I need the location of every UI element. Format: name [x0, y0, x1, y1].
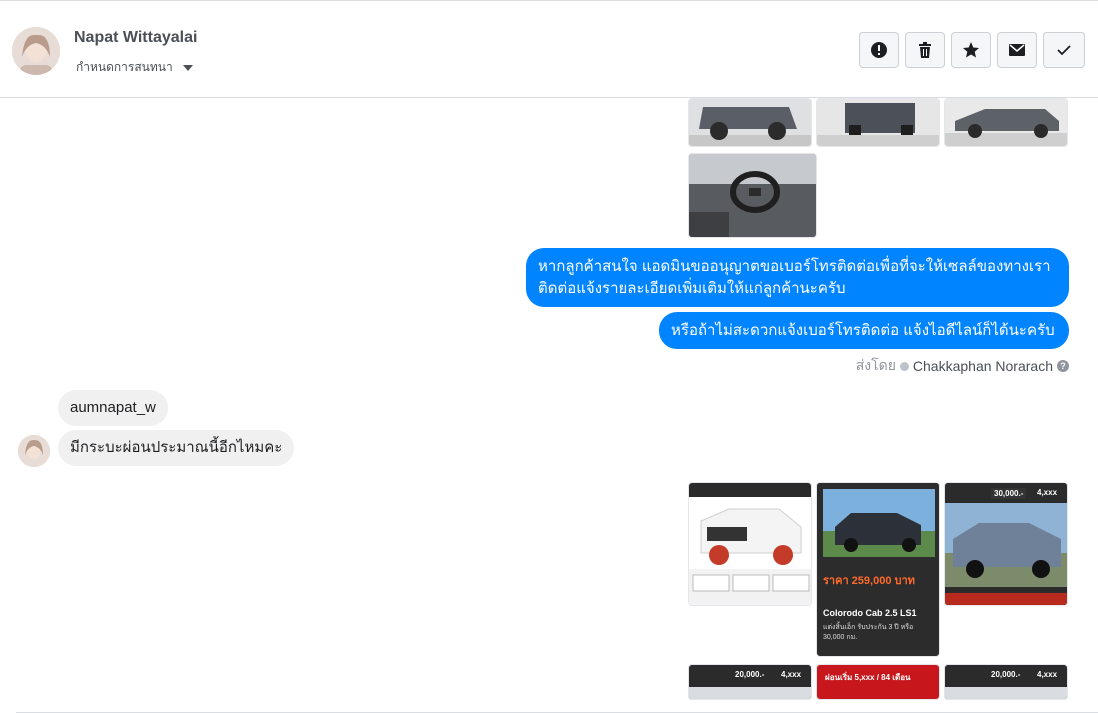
- card-installment-badge: 4,xxx: [1037, 488, 1058, 497]
- header-actions: [859, 32, 1085, 68]
- help-icon[interactable]: ?: [1057, 360, 1069, 372]
- card-model: Colorodo Cab 2.5 LS1: [823, 608, 917, 618]
- mark-spam-button[interactable]: [859, 32, 899, 68]
- car-photo: [689, 687, 811, 699]
- car-ad-card[interactable]: 20,000.- 4,xxx: [688, 664, 812, 700]
- assign-conversation-dropdown[interactable]: กำหนดการสนทนา: [76, 58, 193, 77]
- card-promo-banner: ผ่อนเริ่ม 5,xxx / 84 เดือน: [825, 673, 911, 682]
- page-badge-icon: [899, 361, 909, 371]
- caret-down-icon: [182, 64, 193, 71]
- card-installment-badge: 4,xxx: [781, 670, 802, 679]
- sent-by-prefix: ส่งโดย: [855, 357, 896, 373]
- card-down-payment: 20,000.-: [991, 670, 1021, 679]
- incoming-message: มีกระบะผ่อนประมาณนี้อีกไหมคะ: [58, 430, 295, 466]
- card-down-payment: 30,000.-: [991, 488, 1027, 499]
- envelope-icon: [1009, 44, 1025, 56]
- card-mileage: 30,000 กม.: [823, 634, 858, 641]
- car-ad-card[interactable]: 20,000.- 4,xxx: [944, 664, 1068, 700]
- contact-name: Napat Wittayalai: [74, 29, 198, 46]
- car-ad-card[interactable]: ผ่อนเริ่ม 5,xxx / 84 เดือน: [816, 664, 940, 700]
- mark-done-button[interactable]: [1043, 32, 1085, 68]
- contact-avatar[interactable]: [12, 27, 60, 75]
- car-photo-thumbnail[interactable]: [944, 98, 1068, 147]
- outgoing-message: หรือถ้าไม่สะดวกแจ้งเบอร์โทรติดต่อ แจ้งไอ…: [659, 312, 1069, 349]
- car-ad-card[interactable]: ราคา 259,000 บาท Colorodo Cab 2.5 LS1 แต…: [816, 482, 940, 657]
- card-installment-badge: 4,xxx: [1037, 670, 1058, 679]
- incoming-message: aumnapat_w: [58, 390, 168, 426]
- card-price: ราคา 259,000 บาท: [823, 575, 915, 587]
- car-photo: [945, 687, 1067, 699]
- sent-by-agent[interactable]: Chakkaphan Norarach: [913, 358, 1053, 374]
- star-button[interactable]: [951, 32, 991, 68]
- alert-icon: [871, 42, 887, 58]
- car-photo-thumbnail[interactable]: [816, 98, 940, 147]
- car-photo-thumbnail[interactable]: [688, 98, 812, 147]
- star-icon: [963, 42, 979, 58]
- car-interior-photo-thumbnail[interactable]: [688, 153, 817, 238]
- car-ad-card[interactable]: 30,000.- 4,xxx: [944, 482, 1068, 606]
- check-icon: [1057, 45, 1071, 56]
- delete-button[interactable]: [905, 32, 945, 68]
- outgoing-message: หากลูกค้าสนใจ แอดมินขออนุญาตขอเบอร์โทรติ…: [526, 248, 1069, 307]
- trash-icon: [919, 42, 931, 58]
- assign-label: กำหนดการสนทนา: [76, 60, 173, 74]
- conversation-header: Napat Wittayalai กำหนดการสนทนา: [0, 1, 1098, 98]
- card-down-payment: 20,000.-: [735, 670, 765, 679]
- sent-by-line: ส่งโดย Chakkaphan Norarach ?: [856, 355, 1069, 377]
- car-ad-card[interactable]: [688, 482, 812, 606]
- mark-unread-button[interactable]: [997, 32, 1037, 68]
- sender-avatar[interactable]: [18, 435, 50, 467]
